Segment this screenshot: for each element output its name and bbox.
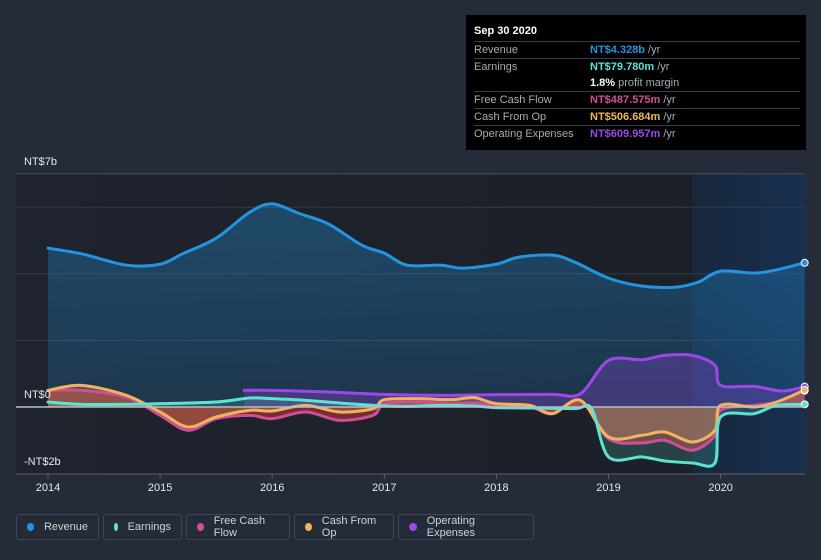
x-tick-label: 2018 (484, 482, 508, 494)
y-tick-label-top: NT$7b (24, 156, 58, 168)
x-tick-label: 2016 (260, 482, 284, 494)
legend-item-cash-from-op[interactable]: Cash From Op (294, 514, 394, 540)
tooltip-value: NT$506.684m (590, 111, 661, 123)
x-tick-label: 2017 (372, 482, 396, 494)
tooltip-value: 1.8% (590, 77, 616, 89)
x-tick-label: 2019 (596, 482, 620, 494)
legend-label: Cash From Op (321, 515, 377, 539)
operating-expenses-dot-icon (409, 523, 417, 531)
tooltip-row-operating-expenses: Operating Expenses NT$609.957m /yr (474, 126, 800, 142)
legend-item-free-cash-flow[interactable]: Free Cash Flow (186, 514, 290, 540)
tooltip-label: Free Cash Flow (474, 94, 552, 106)
chart-legend: Revenue Earnings Free Cash Flow Cash Fro… (16, 514, 534, 540)
legend-label: Operating Expenses (426, 515, 476, 539)
legend-item-operating-expenses[interactable]: Operating Expenses (398, 514, 534, 540)
legend-item-earnings[interactable]: Earnings (103, 514, 182, 540)
tooltip-value: NT$487.575m (590, 94, 661, 106)
tooltip-value: NT$4.328b (590, 44, 646, 56)
revenue-dot-icon (27, 523, 34, 531)
legend-label: Revenue (43, 521, 88, 533)
tooltip-label (474, 75, 590, 91)
tooltip-row-revenue: Revenue NT$4.328b /yr (474, 42, 800, 59)
tooltip-row-profit-margin: 1.8% profit margin (474, 75, 800, 92)
revenue-end-marker (800, 258, 809, 267)
tooltip-unit: /yr (663, 111, 676, 123)
tooltip-unit: /yr (663, 128, 676, 140)
free-cash-flow-dot-icon (197, 523, 204, 531)
data-tooltip: Sep 30 2020 Revenue NT$4.328b /yr Earnin… (466, 15, 806, 150)
tooltip-value: NT$79.780m (590, 61, 655, 73)
legend-label: Earnings (127, 521, 171, 533)
cash-from-op-dot-icon (305, 523, 312, 531)
tooltip-unit: /yr (648, 44, 661, 56)
tooltip-row-free-cash-flow: Free Cash Flow NT$487.575m /yr (474, 92, 800, 109)
tooltip-unit: profit margin (618, 77, 680, 89)
y-tick-label-zero: NT$0 (24, 389, 51, 401)
tooltip-value: NT$609.957m (590, 128, 661, 140)
tooltip-label: Cash From Op (474, 111, 547, 123)
tooltip-row-cash-from-op: Cash From Op NT$506.684m /yr (474, 109, 800, 126)
legend-label: Free Cash Flow (213, 515, 266, 539)
tooltip-date: Sep 30 2020 (474, 23, 800, 42)
tooltip-unit: /yr (657, 61, 670, 73)
tooltip-unit: /yr (663, 94, 676, 106)
tooltip-label: Revenue (474, 44, 519, 56)
tooltip-label: Earnings (474, 61, 518, 73)
earnings-dot-icon (114, 523, 118, 531)
tooltip-label: Operating Expenses (474, 128, 574, 140)
cash-from-op-end-marker (800, 386, 809, 395)
x-tick-label: 2014 (36, 482, 60, 494)
legend-item-revenue[interactable]: Revenue (16, 514, 99, 540)
y-tick-label-bottom: -NT$2b (24, 456, 61, 468)
tooltip-row-earnings: Earnings NT$79.780m /yr (474, 59, 800, 75)
x-tick-label: 2020 (708, 482, 732, 494)
x-tick-label: 2015 (148, 482, 172, 494)
